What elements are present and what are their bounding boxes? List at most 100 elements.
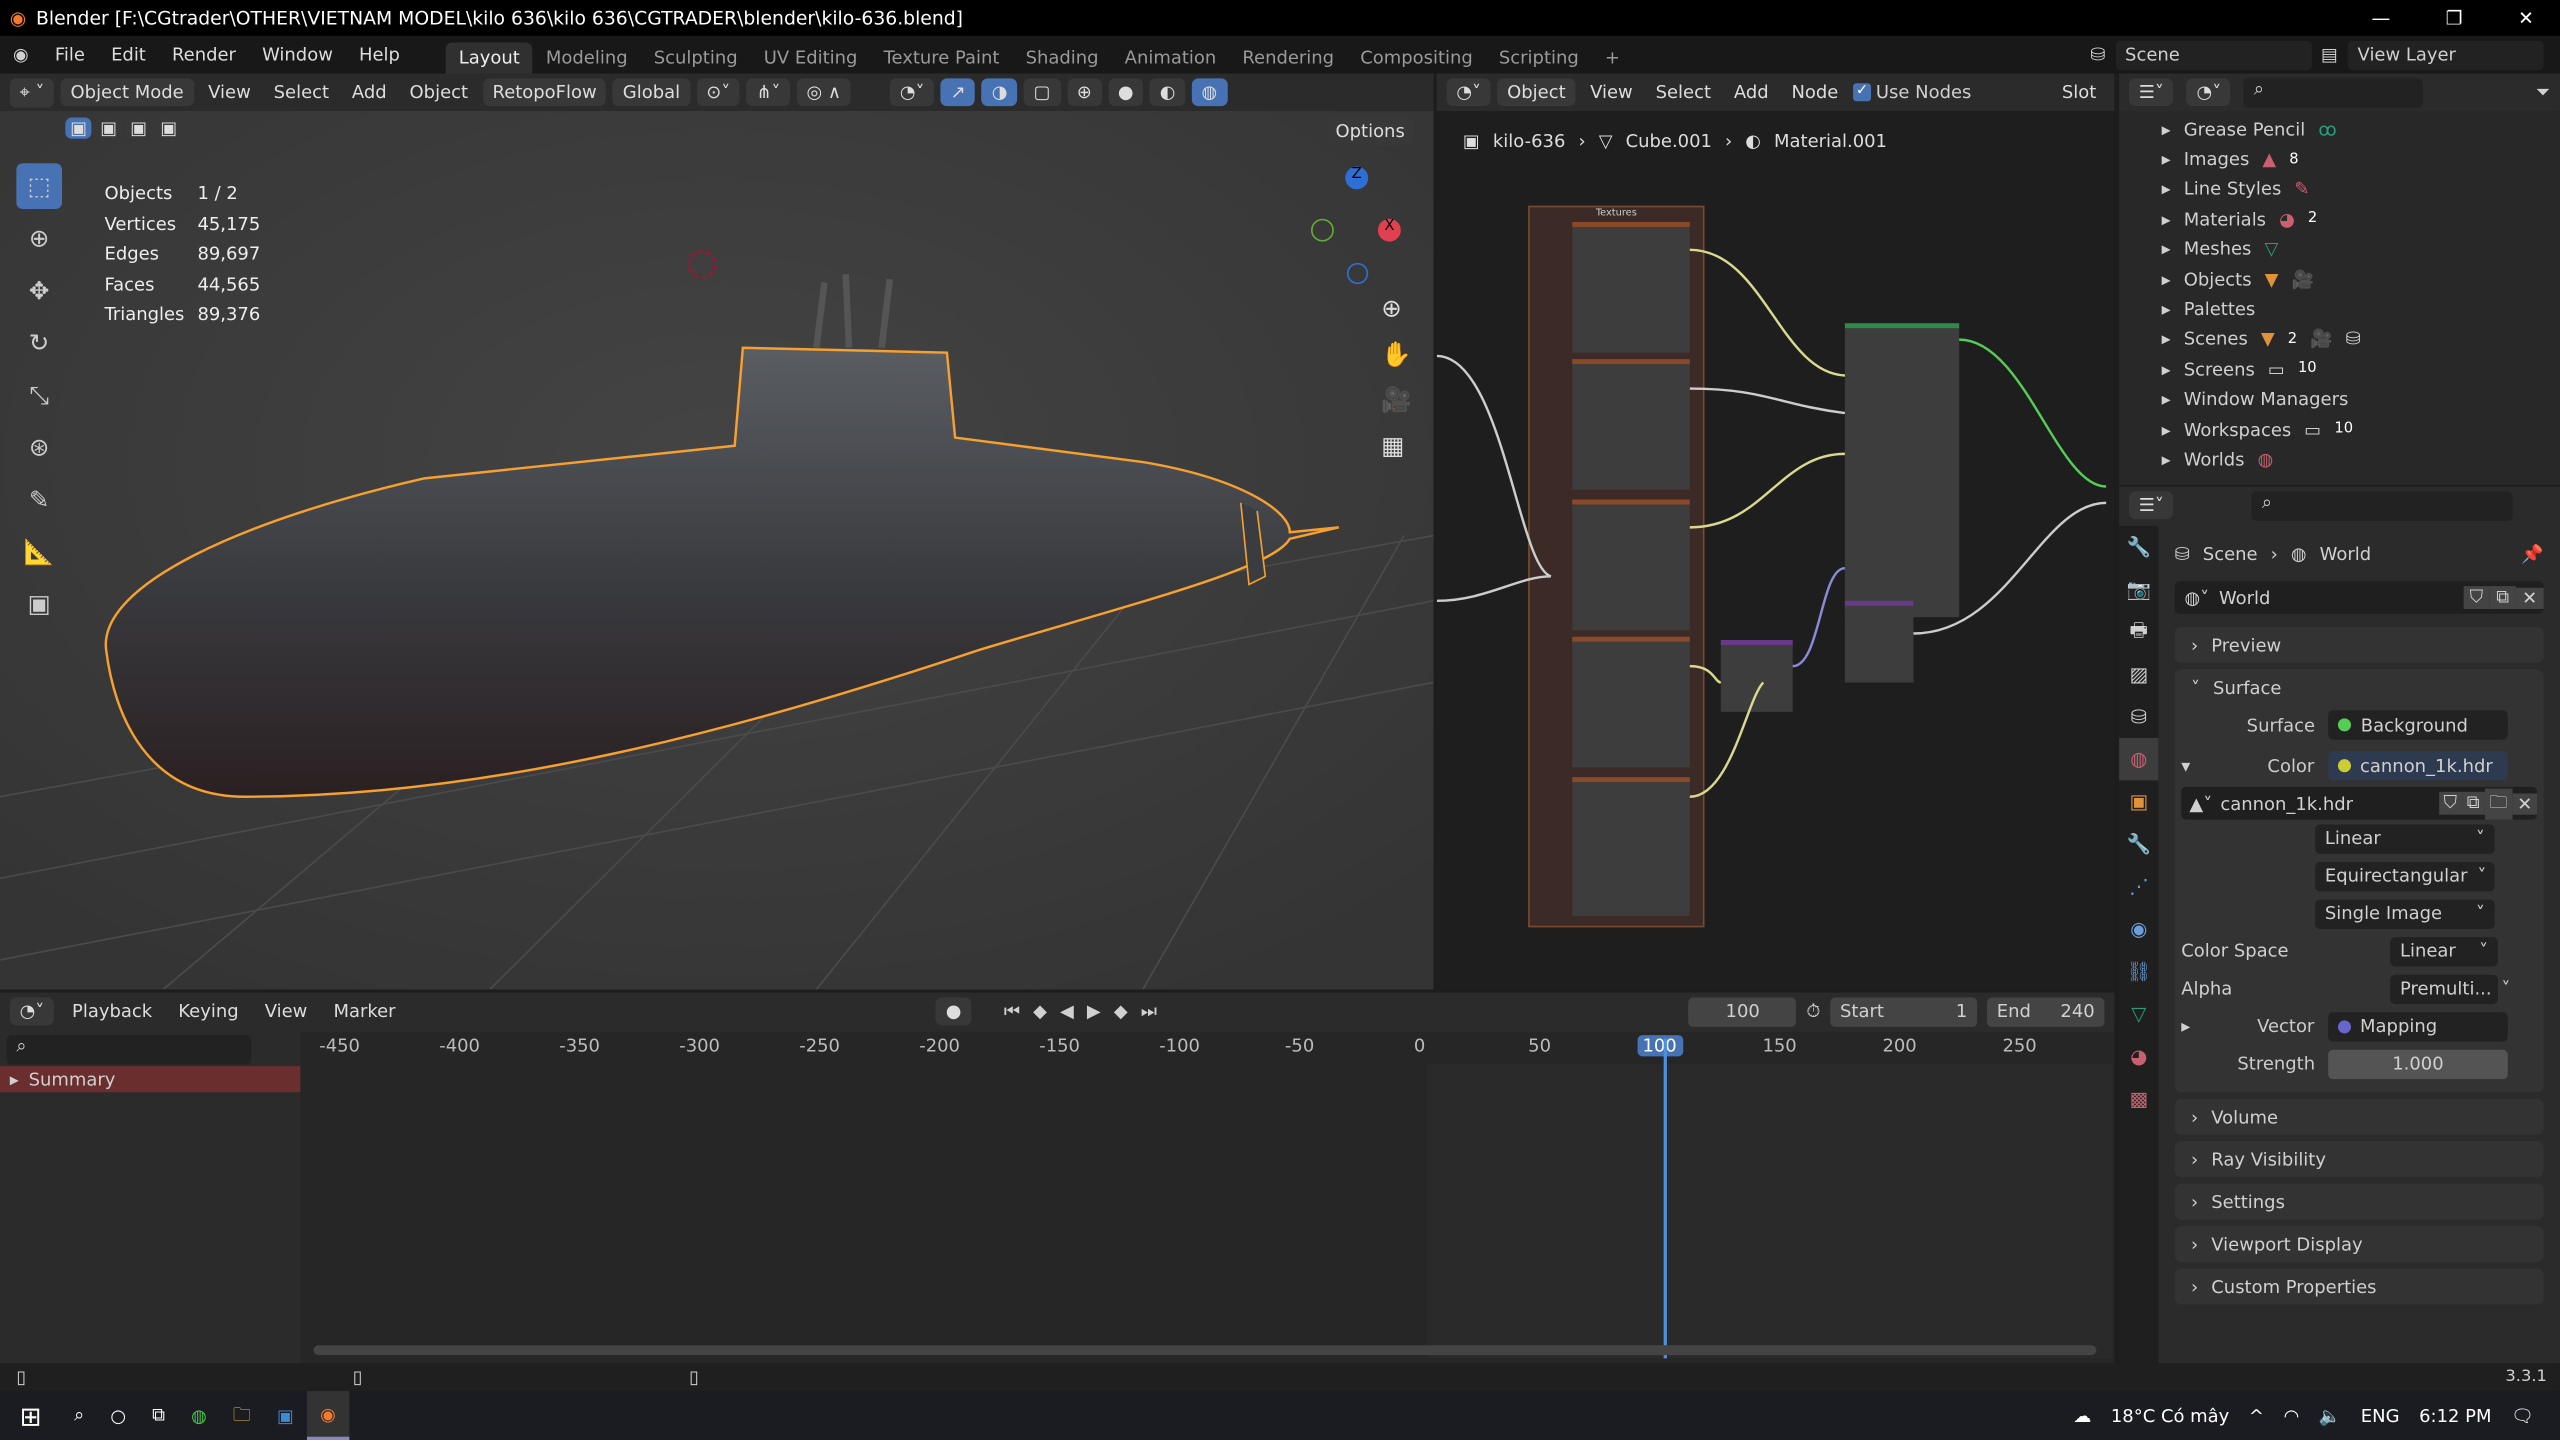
outliner-item-meshes[interactable]: ▸ Meshes ▽ xyxy=(2119,234,2560,264)
panel-ray-visibility[interactable]: › Ray Visibility xyxy=(2174,1141,2544,1178)
play-reverse-icon[interactable]: ◀ xyxy=(1060,1001,1074,1022)
panel-custom-properties[interactable]: › Custom Properties xyxy=(2174,1268,2544,1305)
stopwatch-icon[interactable]: ⏱ xyxy=(1806,1000,1820,1023)
modifier-tab-icon[interactable]: 🔧 xyxy=(2119,823,2158,865)
render-tab-icon[interactable]: 📷 xyxy=(2119,568,2158,610)
playhead[interactable] xyxy=(1663,1038,1667,1359)
current-frame-field[interactable]: 100 xyxy=(1688,996,1797,1027)
rotate-tool-icon[interactable]: ↻ xyxy=(16,320,62,366)
outliner-item-materials[interactable]: ▸ Materials ◕ 2 xyxy=(2119,204,2560,234)
tool-tab-icon[interactable]: 🔧 xyxy=(2119,526,2158,568)
gizmo-toggle[interactable]: ↗ xyxy=(940,78,976,107)
cursor-tool-icon[interactable]: ⊕ xyxy=(16,216,62,262)
open-folder-icon[interactable]: 🗀 xyxy=(2484,787,2513,819)
gizmo-z-axis[interactable]: Z xyxy=(1345,166,1369,190)
menu-edit[interactable]: Edit xyxy=(98,44,159,65)
texture-tab-icon[interactable]: ▩ xyxy=(2119,1078,2158,1120)
physics-tab-icon[interactable]: ◉ xyxy=(2119,908,2158,950)
outliner-item-worlds[interactable]: ▸ Worlds ◍ xyxy=(2119,445,2560,475)
task-view-icon[interactable]: ⧉ xyxy=(139,1404,178,1427)
tab-rendering[interactable]: Rendering xyxy=(1229,42,1347,73)
world-name-field[interactable]: World xyxy=(2219,587,2463,608)
language-indicator[interactable]: ENG xyxy=(2361,1405,2400,1426)
3d-viewport[interactable]: ▣ ▣ ▣ ▣ Options ⬚ ⊕ ✥ ↻ ⤡ ⊛ ✎ 📐 ▣ Object… xyxy=(0,111,1434,990)
duplicate-icon[interactable]: ⧉ xyxy=(2489,586,2516,609)
constraints-tab-icon[interactable]: ⛓ xyxy=(2119,950,2158,992)
tab-shading[interactable]: Shading xyxy=(1013,42,1112,73)
timeline-scrollbar[interactable] xyxy=(313,1345,2097,1356)
tab-texture-paint[interactable]: Texture Paint xyxy=(871,42,1013,73)
node-view-menu[interactable]: View xyxy=(1582,82,1641,103)
outliner-item-palettes[interactable]: ▸ Palettes xyxy=(2119,294,2560,324)
duplicate-icon[interactable]: ⧉ xyxy=(2461,791,2485,815)
marker-menu[interactable]: Marker xyxy=(325,1001,403,1022)
view-menu[interactable]: View xyxy=(200,82,259,103)
blender-taskbar-icon[interactable]: ◉ xyxy=(307,1391,349,1440)
cortana-icon[interactable]: ○ xyxy=(97,1405,139,1426)
outliner-type-button[interactable]: ☰˅ xyxy=(2128,78,2174,107)
select-intersect-button[interactable]: ▣ xyxy=(155,117,183,139)
image-name-field[interactable]: cannon_1k.hdr xyxy=(2220,793,2438,814)
volume-icon[interactable]: 🔈 xyxy=(2319,1405,2341,1426)
tab-compositing[interactable]: Compositing xyxy=(1347,42,1486,73)
particles-tab-icon[interactable]: ⋰ xyxy=(2119,865,2158,907)
unlink-icon[interactable]: ✕ xyxy=(2515,586,2544,609)
chrome-icon[interactable]: ◍ xyxy=(178,1405,220,1426)
unlink-icon[interactable]: ✕ xyxy=(2512,792,2538,814)
outliner-item-grease-pencil[interactable]: ▸ Grease Pencil ꝏ xyxy=(2119,114,2560,144)
view-layer-selector[interactable]: View Layer xyxy=(2347,39,2544,70)
outliner-item-window-managers[interactable]: ▸ Window Managers xyxy=(2119,385,2560,415)
gizmo-neg-z-axis[interactable] xyxy=(1346,262,1369,285)
properties-type-button[interactable]: ☰˅ xyxy=(2128,491,2174,520)
tab-modeling[interactable]: Modeling xyxy=(533,42,641,73)
shader-node-editor[interactable]: ▣ kilo-636 › ▽ Cube.001 › ◐ Material.001 Text… xyxy=(1436,111,2115,990)
slot-selector[interactable]: Slot xyxy=(2054,82,2105,103)
shader-type-selector[interactable]: Object xyxy=(1497,78,1576,107)
pin-icon[interactable]: 📌 xyxy=(2521,543,2560,564)
channel-search-input[interactable]: ⌕ xyxy=(6,1035,252,1065)
gizmo-y-axis[interactable] xyxy=(1311,218,1334,242)
node-editor-type-button[interactable]: ◔˅ xyxy=(1446,78,1491,107)
keying-menu[interactable]: Keying xyxy=(170,1001,247,1022)
retopoflow-menu[interactable]: RetopoFlow xyxy=(482,78,607,107)
select-box-tool-icon[interactable]: ⬚ xyxy=(16,163,63,209)
select-subtract-button[interactable]: ▣ xyxy=(125,117,153,139)
overlay-toggle[interactable]: ◑ xyxy=(982,78,1018,107)
scene-tab-icon[interactable]: ⛁ xyxy=(2119,696,2158,738)
expand-triangle-icon[interactable]: ▾ xyxy=(2175,755,2190,776)
outliner-item-scenes[interactable]: ▸ Scenes ▼ 2 🎥 ⛁ xyxy=(2119,324,2560,354)
xray-toggle[interactable]: ▢ xyxy=(1023,78,1061,107)
scene-selector[interactable]: Scene xyxy=(2115,39,2312,70)
move-tool-icon[interactable]: ✥ xyxy=(16,268,62,314)
fake-user-icon[interactable]: ⛉ xyxy=(2463,586,2490,609)
color-input-field[interactable]: cannon_1k.hdr xyxy=(2327,751,2507,781)
data-tab-icon[interactable]: ▽ xyxy=(2119,993,2158,1035)
add-menu[interactable]: Add xyxy=(344,82,395,103)
measure-tool-icon[interactable]: 📐 xyxy=(16,529,62,575)
outliner-item-workspaces[interactable]: ▸ Workspaces ▭ 10 xyxy=(2119,415,2560,445)
tab-layout[interactable]: Layout xyxy=(445,42,533,74)
outliner-search-input[interactable]: ⌕ xyxy=(2244,77,2424,107)
timeline-view-menu[interactable]: View xyxy=(257,1001,316,1022)
node-add-menu[interactable]: Add xyxy=(1726,82,1777,103)
filter-icon[interactable]: ⏷ xyxy=(2536,81,2550,104)
maximize-button[interactable]: ❐ xyxy=(2446,7,2463,30)
properties-search-input[interactable]: ⌕ xyxy=(2252,490,2514,520)
menu-render[interactable]: Render xyxy=(159,44,249,65)
mode-selector[interactable]: Object Mode xyxy=(60,78,194,107)
tab-scripting[interactable]: Scripting xyxy=(1486,42,1592,73)
outliner-item-screens[interactable]: ▸ Screens ▭ 10 xyxy=(2119,354,2560,384)
object-tab-icon[interactable]: ▣ xyxy=(2119,780,2158,822)
outliner-item-images[interactable]: ▸ Images ▲ 8 xyxy=(2119,144,2560,174)
fake-user-icon[interactable]: ⛉ xyxy=(2438,791,2462,815)
end-frame-field[interactable]: End 240 xyxy=(1986,996,2105,1027)
proportional-edit-button[interactable]: ◎ ∧ xyxy=(796,78,851,107)
tab-uv-editing[interactable]: UV Editing xyxy=(751,42,871,73)
pivot-button[interactable]: ⊙˅ xyxy=(696,78,741,107)
jump-start-icon[interactable]: ⏮ xyxy=(1004,1000,1020,1023)
image-browse-button[interactable]: ▲˅ xyxy=(2181,793,2220,814)
gizmo-x-axis[interactable]: X xyxy=(1377,218,1401,242)
next-keyframe-icon[interactable]: ◆ xyxy=(1114,1001,1128,1022)
select-extend-button[interactable]: ▣ xyxy=(95,117,123,139)
display-mode-button[interactable]: ◔˅ xyxy=(2186,78,2231,107)
